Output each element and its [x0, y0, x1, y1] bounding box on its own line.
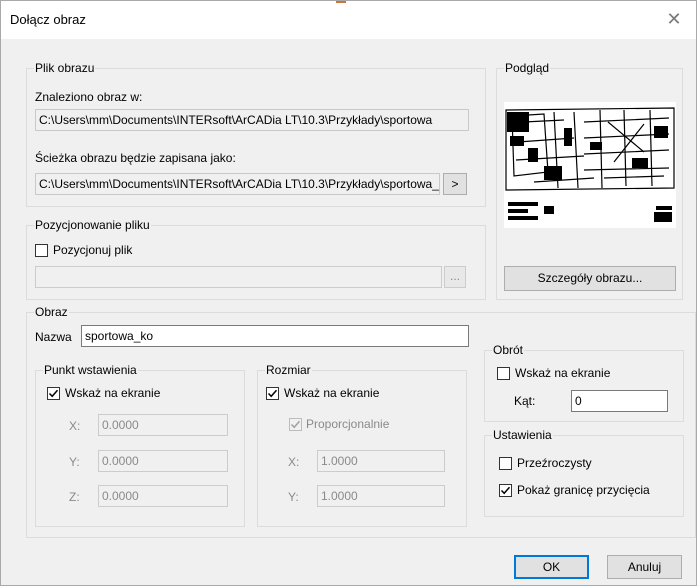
angle-input[interactable]: 0 [571, 390, 668, 412]
size-x-input[interactable]: 1.0000 [317, 450, 445, 472]
show-clip-boundary-checkbox[interactable] [499, 484, 512, 497]
save-path-value: C:\Users\mm\Documents\INTERsoft\ArCADia … [35, 173, 440, 195]
transparent-label: Przeźroczysty [517, 456, 592, 470]
image-file-legend: Plik obrazu [34, 60, 96, 76]
angle-label: Kąt: [514, 394, 536, 408]
insertion-x-input[interactable]: 0.0000 [98, 414, 228, 436]
save-path-arrow-button[interactable]: > [443, 173, 467, 195]
insertion-point-legend: Punkt wstawienia [43, 362, 138, 378]
rotation-on-screen-checkbox[interactable] [497, 367, 510, 380]
size-on-screen-label: Wskaż na ekranie [284, 386, 380, 400]
found-image-label: Znaleziono obraz w: [35, 90, 143, 104]
insertion-y-label: Y: [69, 455, 80, 469]
window-accent-mark [336, 1, 346, 3]
insertion-y-input[interactable]: 0.0000 [98, 450, 228, 472]
size-on-screen-checkbox[interactable] [266, 387, 279, 400]
rotation-legend: Obrót [492, 342, 525, 358]
show-clip-boundary-label: Pokaż granicę przycięcia [517, 483, 650, 497]
file-positioning-group: Pozycjonowanie pliku [26, 217, 486, 300]
insertion-point-on-screen-checkbox[interactable] [47, 387, 60, 400]
insertion-x-label: X: [69, 419, 81, 433]
proportional-label: Proporcjonalnie [306, 417, 390, 431]
insertion-z-label: Z: [69, 490, 80, 504]
size-legend: Rozmiar [265, 362, 312, 378]
settings-group: Ustawienia [484, 427, 684, 517]
ok-button[interactable]: OK [514, 555, 589, 579]
size-y-input[interactable]: 1.0000 [317, 485, 445, 507]
save-path-label: Ścieżka obrazu będzie zapisana jako: [35, 151, 236, 165]
name-label: Nazwa [35, 330, 72, 344]
file-positioning-legend: Pozycjonowanie pliku [34, 217, 151, 233]
position-file-checkbox[interactable] [35, 244, 48, 257]
position-file-label: Pozycjonuj plik [53, 243, 133, 257]
insertion-point-on-screen-label: Wskaż na ekranie [65, 386, 161, 400]
size-x-label: X: [288, 455, 300, 469]
dialog-title: Dołącz obraz [10, 12, 86, 27]
preview-drawing-icon [504, 102, 676, 228]
preview-image [504, 102, 676, 228]
close-icon[interactable]: ✕ [662, 7, 686, 31]
cancel-button[interactable]: Anuluj [607, 555, 682, 579]
found-image-path: C:\Users\mm\Documents\INTERsoft\ArCADia … [35, 109, 469, 131]
image-details-button[interactable]: Szczegóły obrazu... [504, 266, 676, 291]
image-legend: Obraz [34, 304, 69, 320]
browse-button[interactable]: ... [444, 266, 466, 288]
preview-legend: Podgląd [504, 60, 551, 76]
title-bar[interactable]: Dołącz obraz ✕ [1, 1, 696, 39]
transparent-checkbox[interactable] [499, 457, 512, 470]
name-input[interactable]: sportowa_ko [81, 325, 469, 347]
settings-legend: Ustawienia [492, 427, 553, 443]
position-file-path [35, 266, 442, 288]
insertion-z-input[interactable]: 0.0000 [98, 485, 228, 507]
size-y-label: Y: [288, 490, 299, 504]
attach-image-dialog: Dołącz obraz ✕ Plik obrazu Znaleziono ob… [0, 0, 697, 586]
rotation-on-screen-label: Wskaż na ekranie [515, 366, 611, 380]
proportional-checkbox[interactable] [289, 418, 302, 431]
